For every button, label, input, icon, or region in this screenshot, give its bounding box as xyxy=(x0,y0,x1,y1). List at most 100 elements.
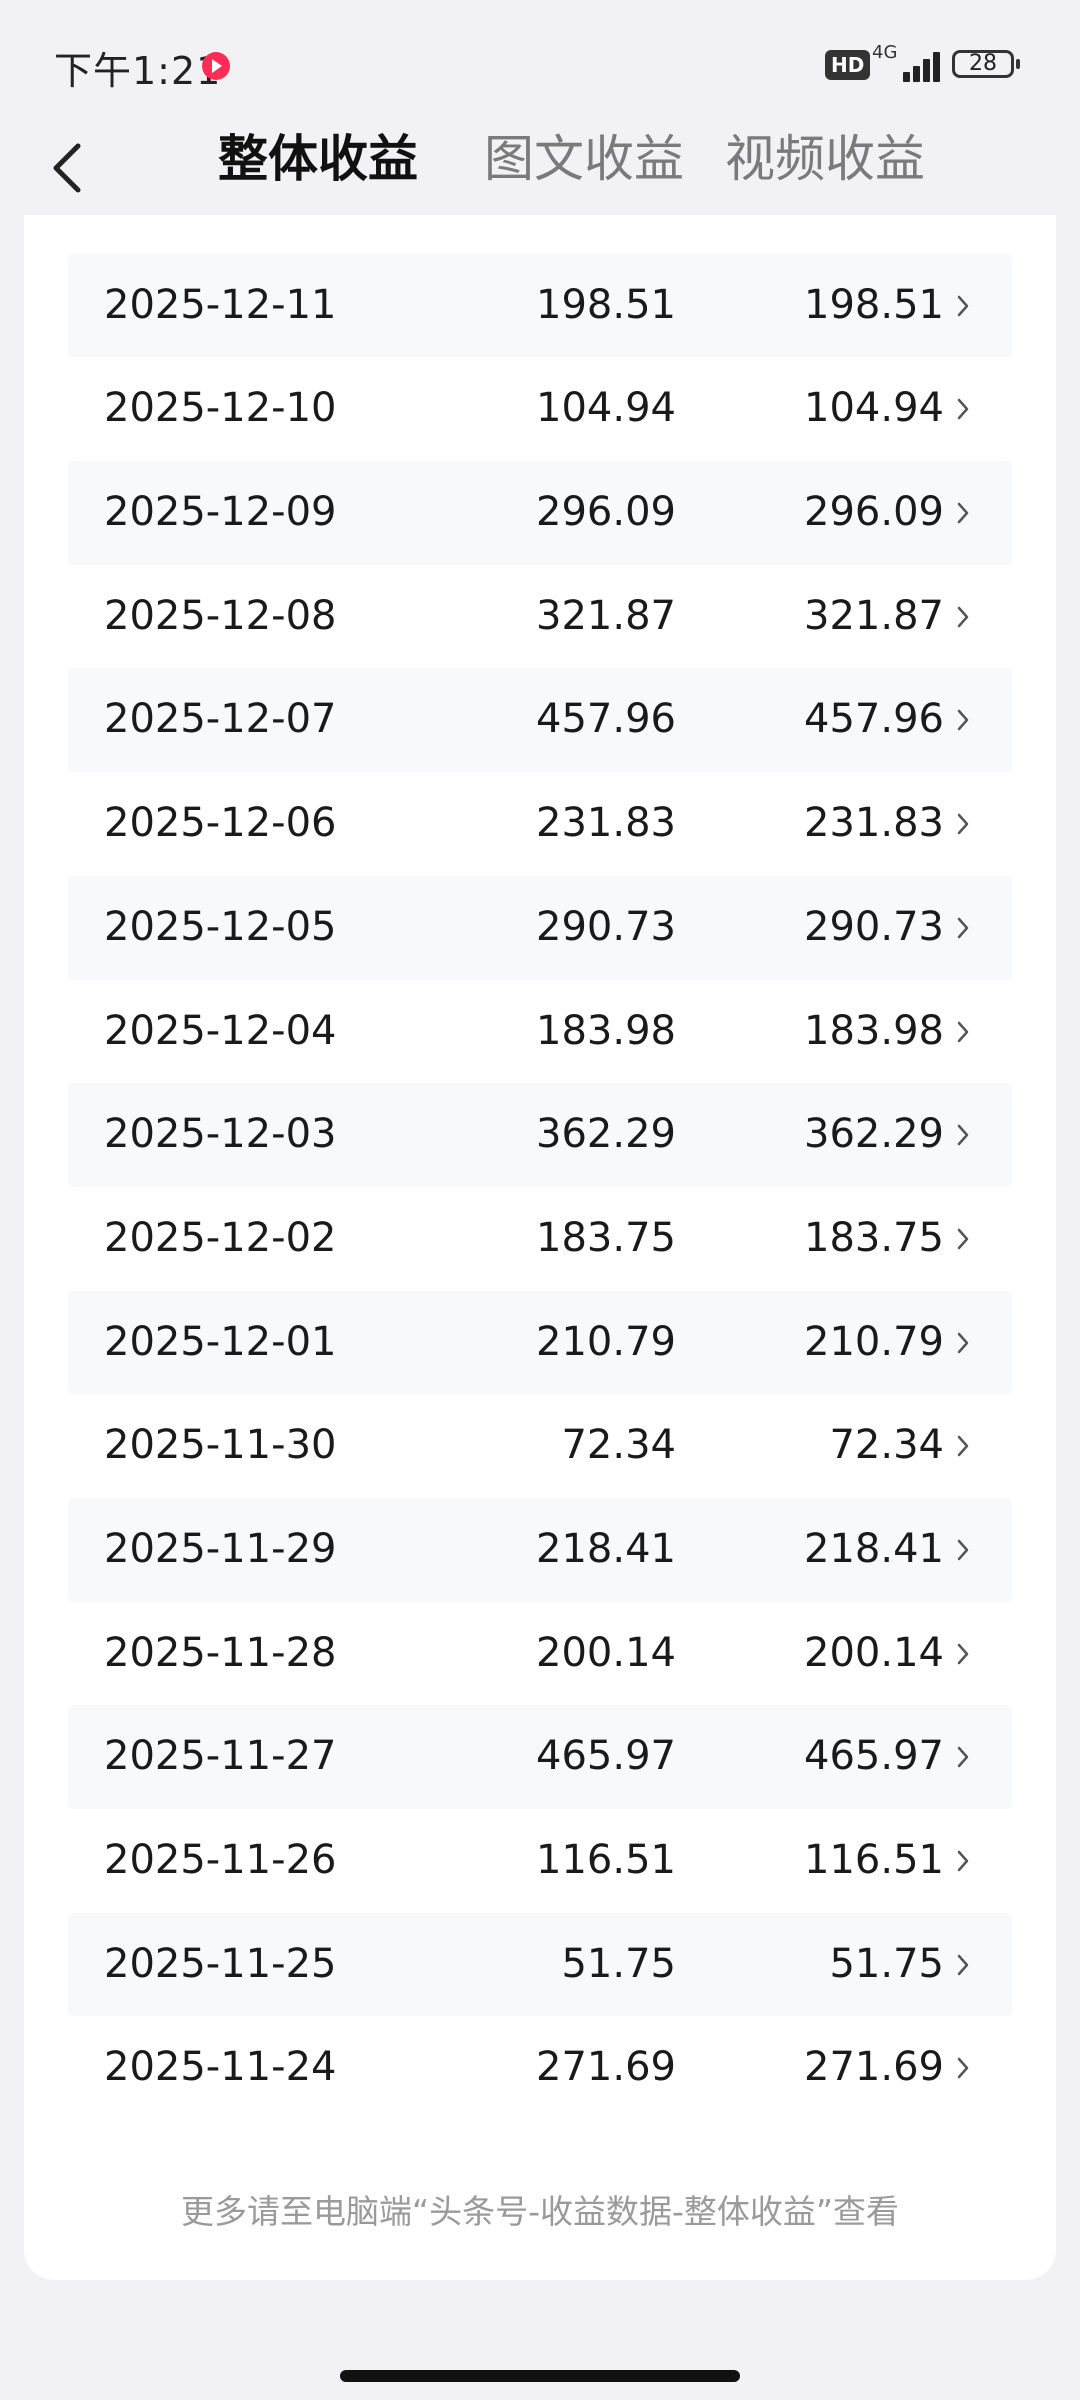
table-row[interactable]: 2025-12-04 183.98 183.98 xyxy=(68,980,1012,1084)
table-row[interactable]: 2025-11-29 218.41 218.41 xyxy=(68,1497,1012,1602)
hd-badge: HD xyxy=(825,50,871,80)
table-row[interactable]: 2025-12-03 362.29 362.29 xyxy=(68,1083,1012,1187)
table-row[interactable]: 2025-12-07 457.96 457.96 xyxy=(68,668,1012,773)
row-date: 2025-11-30 xyxy=(104,1422,337,1469)
row-article-earnings: 104.94 xyxy=(804,385,944,432)
battery-icon: 28 xyxy=(952,50,1020,78)
row-total-earnings: 104.94 xyxy=(536,385,676,432)
row-total-earnings: 126.72 xyxy=(536,215,676,254)
row-total-earnings: 465.97 xyxy=(536,1733,676,1780)
row-article-earnings: 126.72 xyxy=(804,215,944,254)
chevron-right-icon[interactable] xyxy=(954,1953,972,1977)
row-total-earnings: 116.51 xyxy=(536,1837,676,1883)
row-article-earnings: 198.51 xyxy=(804,281,944,328)
chevron-right-icon[interactable] xyxy=(954,708,972,732)
row-article-earnings: 218.41 xyxy=(804,1525,944,1572)
row-date: 2025-12-08 xyxy=(104,592,337,639)
row-date: 2025-11-28 xyxy=(104,1629,337,1676)
row-total-earnings: 210.79 xyxy=(536,1318,676,1365)
row-date: 2025-11-27 xyxy=(104,1733,337,1780)
table-row[interactable]: 2025-12-08 321.87 321.87 xyxy=(68,565,1012,669)
network-label: 4G xyxy=(872,42,898,63)
row-article-earnings: 200.14 xyxy=(804,1629,944,1676)
chevron-right-icon[interactable] xyxy=(954,1123,972,1147)
table-row[interactable]: 2025-11-27 465.97 465.97 xyxy=(68,1705,1012,1809)
row-total-earnings: 183.75 xyxy=(536,1214,676,1261)
chevron-right-icon[interactable] xyxy=(954,1849,972,1873)
table-row[interactable]: 2025-11-28 200.14 200.14 xyxy=(68,1602,1012,1706)
chevron-right-icon[interactable] xyxy=(954,1227,972,1251)
row-date: 2025-12-11 xyxy=(104,281,337,328)
chevron-right-icon[interactable] xyxy=(954,1745,972,1769)
chevron-right-icon[interactable] xyxy=(954,294,972,318)
chevron-right-icon[interactable] xyxy=(954,1642,972,1666)
nav-bar: 整体收益 图文收益 视频收益 xyxy=(0,110,1080,220)
chevron-right-icon[interactable] xyxy=(954,1020,972,1044)
table-row[interactable]: 2025-11-25 51.75 51.75 xyxy=(68,1912,1012,2017)
row-article-earnings: 296.09 xyxy=(804,489,944,536)
row-article-earnings: 457.96 xyxy=(804,696,944,743)
table-row[interactable]: 2025-12-06 231.83 231.83 xyxy=(68,772,1012,876)
row-article-earnings: 465.97 xyxy=(804,1733,944,1780)
row-article-earnings: 116.51 xyxy=(804,1837,944,1883)
row-article-earnings: 210.79 xyxy=(804,1318,944,1365)
row-total-earnings: 271.69 xyxy=(536,2044,676,2091)
row-total-earnings: 198.51 xyxy=(536,281,676,328)
chevron-right-icon[interactable] xyxy=(954,397,972,421)
row-date: 2025-12-06 xyxy=(104,800,337,847)
status-time: 下午1:21 xyxy=(54,49,222,93)
chevron-right-icon[interactable] xyxy=(954,812,972,836)
row-total-earnings: 231.83 xyxy=(536,800,676,847)
row-article-earnings: 271.69 xyxy=(804,2044,944,2091)
table-row[interactable]: 2025-12-11 198.51 198.51 xyxy=(68,253,1012,358)
table-row[interactable]: 2025-11-24 271.69 271.69 xyxy=(68,2016,1012,2120)
row-total-earnings: 200.14 xyxy=(536,1629,676,1676)
table-row[interactable]: 2025-11-26 116.51 116.51 xyxy=(68,1809,1012,1913)
row-total-earnings: 296.09 xyxy=(536,489,676,536)
row-total-earnings: 362.29 xyxy=(536,1111,676,1158)
row-article-earnings: 290.73 xyxy=(804,903,944,950)
row-date: 2025-11-26 xyxy=(104,1837,337,1883)
chevron-right-icon[interactable] xyxy=(954,1331,972,1355)
chevron-right-icon[interactable] xyxy=(954,1538,972,1562)
row-date: 2025-12-09 xyxy=(104,489,337,536)
row-date: 2025-11-25 xyxy=(104,1940,337,1987)
table-row[interactable]: 2025-12-05 290.73 290.73 xyxy=(68,875,1012,980)
row-article-earnings: 72.34 xyxy=(829,1422,944,1469)
row-article-earnings: 362.29 xyxy=(804,1111,944,1158)
row-article-earnings: 51.75 xyxy=(829,1940,944,1987)
back-button[interactable] xyxy=(30,128,110,208)
table-row[interactable]: 2025-12-02 183.75 183.75 xyxy=(68,1187,1012,1291)
earnings-card: 2025-12-12 126.72 126.72 2025-12-11 198.51 19… xyxy=(24,215,1056,2280)
table-row[interactable]: 2025-12-12 126.72 126.72 xyxy=(68,215,1012,254)
row-date: 2025-12-10 xyxy=(104,385,337,432)
row-date: 2025-12-05 xyxy=(104,903,337,950)
row-total-earnings: 321.87 xyxy=(536,592,676,639)
row-article-earnings: 183.75 xyxy=(804,1214,944,1261)
table-row[interactable]: 2025-12-01 210.79 210.79 xyxy=(68,1290,1012,1395)
row-article-earnings: 183.98 xyxy=(804,1007,944,1054)
tab-overall-earnings[interactable]: 整体收益 xyxy=(218,124,418,194)
tab-article-earnings[interactable]: 图文收益 xyxy=(484,124,684,194)
earnings-table: 2025-12-12 126.72 126.72 2025-12-11 198.51 19… xyxy=(68,215,1012,2120)
chevron-right-icon[interactable] xyxy=(954,501,972,525)
row-total-earnings: 218.41 xyxy=(536,1525,676,1572)
chevron-right-icon[interactable] xyxy=(954,1434,972,1458)
row-date: 2025-12-02 xyxy=(104,1214,337,1261)
home-indicator[interactable] xyxy=(340,2370,740,2382)
chevron-right-icon[interactable] xyxy=(954,605,972,629)
table-row[interactable]: 2025-12-09 296.09 296.09 xyxy=(68,461,1012,565)
tab-video-earnings[interactable]: 视频收益 xyxy=(725,124,925,194)
row-total-earnings: 72.34 xyxy=(561,1422,676,1469)
row-total-earnings: 457.96 xyxy=(536,696,676,743)
row-article-earnings: 231.83 xyxy=(804,800,944,847)
table-row[interactable]: 2025-12-10 104.94 104.94 xyxy=(68,357,1012,461)
row-date: 2025-12-03 xyxy=(104,1111,337,1158)
row-total-earnings: 183.98 xyxy=(536,1007,676,1054)
screen-record-icon xyxy=(202,52,230,80)
signal-icon xyxy=(895,48,943,82)
row-date: 2025-11-24 xyxy=(104,2044,337,2091)
table-row[interactable]: 2025-11-30 72.34 72.34 xyxy=(68,1394,1012,1498)
chevron-right-icon[interactable] xyxy=(954,2056,972,2080)
chevron-right-icon[interactable] xyxy=(954,916,972,940)
